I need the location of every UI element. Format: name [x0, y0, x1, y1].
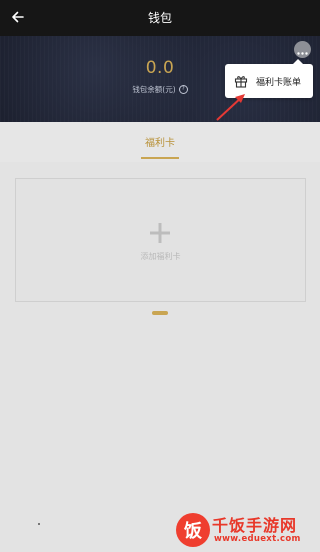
- wallet-screen: 钱包 0.0 钱包余额(元) ? 福利卡账单 福利卡 添加福利卡 饭 千饭手游网…: [0, 0, 320, 552]
- site-watermark: 饭 千饭手游网 www.eduext.com: [176, 510, 316, 550]
- watermark-title: 千饭手游网: [212, 516, 298, 535]
- carousel-page-indicator: [152, 311, 168, 315]
- help-icon[interactable]: ?: [178, 85, 188, 94]
- tab-welfare-card[interactable]: 福利卡: [140, 134, 180, 149]
- annotation-arrow-icon: [216, 94, 245, 121]
- wallet-balance-label: 钱包余额(元): [132, 85, 176, 94]
- more-dots-icon: [297, 40, 308, 59]
- add-welfare-card-button[interactable]: 添加福利卡: [15, 178, 306, 302]
- more-options-button[interactable]: [294, 41, 311, 58]
- plus-icon: [150, 223, 170, 243]
- welfare-card-bill-label: 福利卡账单: [256, 77, 302, 88]
- dot-mark: [38, 523, 40, 525]
- page-title: 钱包: [147, 11, 172, 25]
- watermark-url: www.eduext.com: [214, 534, 301, 544]
- add-welfare-card-label: 添加福利卡: [140, 252, 181, 261]
- watermark-logo: 饭: [176, 513, 210, 547]
- active-tab-indicator: [141, 157, 179, 159]
- tab-bar: 福利卡: [0, 122, 320, 162]
- top-nav-bar: 钱包: [0, 0, 320, 36]
